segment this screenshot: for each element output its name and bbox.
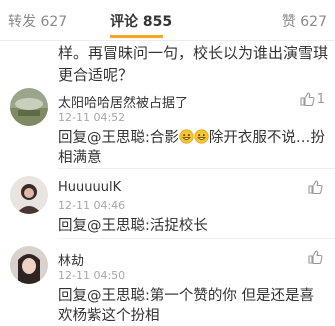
active-tab-indicator: [110, 35, 163, 38]
like-count: 1: [316, 91, 325, 107]
tab-like[interactable]: 赞 627: [282, 11, 327, 31]
divider: [58, 238, 335, 239]
grin-emoji: [179, 129, 194, 144]
comment-text-continued: 样。再冒昧问一句，校长以为谁出演雪琪更合适呢？: [58, 44, 329, 84]
thumbs-up-icon: [308, 250, 323, 265]
grin-emoji: [194, 129, 209, 144]
comment-text: 回复@王思聪:合影 除开衣服不说…扮相满意: [58, 128, 328, 168]
comment-text-part: 回复@王思聪:合影: [58, 130, 179, 146]
avatar[interactable]: [10, 246, 48, 284]
divider: [58, 168, 335, 169]
thumbs-up-icon: [300, 92, 315, 107]
username[interactable]: HuuuuulK: [58, 180, 121, 195]
tab-comment[interactable]: 评论 855: [110, 11, 172, 31]
like-button[interactable]: [307, 178, 325, 196]
tab-repost[interactable]: 转发 627: [8, 11, 67, 31]
tab-bar: 转发 627 评论 855 赞 627: [0, 0, 335, 41]
timestamp: 12-11 04:46: [58, 199, 126, 212]
avatar[interactable]: [10, 88, 48, 126]
comment-text: 回复@王思聪:第一个赞的你 但是还是喜欢杨紫这个扮相: [58, 288, 314, 324]
thumbs-up-icon: [308, 180, 323, 195]
username[interactable]: 太阳哈哈居然被占据了: [58, 92, 188, 111]
like-button[interactable]: 1: [299, 90, 325, 108]
like-button[interactable]: [307, 248, 325, 266]
username[interactable]: 林劫: [58, 250, 84, 269]
timestamp: 12-11 04:50: [58, 269, 126, 282]
timestamp: 12-11 04:52: [58, 111, 126, 124]
comment-text: 回复@王思聪:活捉校长: [58, 218, 208, 234]
avatar[interactable]: [10, 176, 48, 214]
